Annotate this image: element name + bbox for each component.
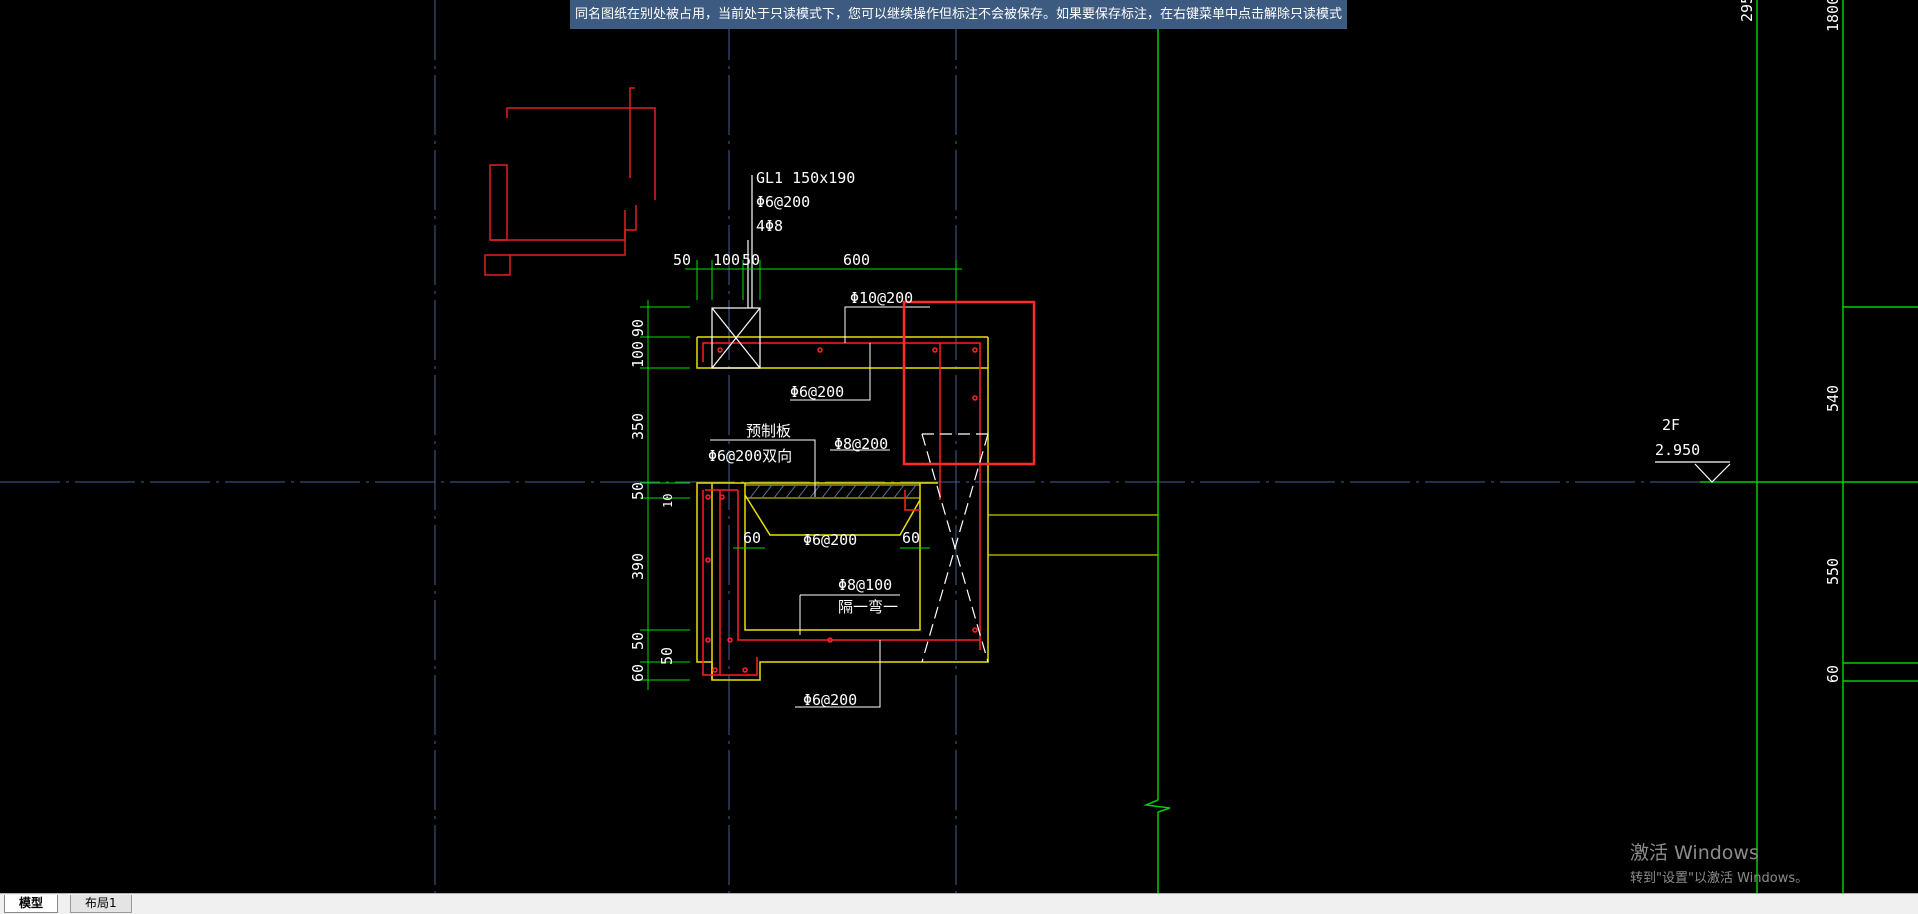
left-dim-50c: 50: [658, 647, 676, 665]
left-dim-350: 350: [629, 413, 647, 440]
left-dim-60: 60: [629, 664, 647, 682]
beam-label: GL1 150x190: [756, 169, 855, 187]
watermark-title: 激活 Windows: [1630, 842, 1759, 864]
readonly-banner: 同名图纸在别处被占用，当前处于只读模式下，您可以继续操作但标注不会被保存。如果要…: [570, 0, 1347, 29]
level-name: 2F: [1662, 416, 1680, 434]
beam-bars: 4Φ8: [756, 217, 783, 235]
watermark-subtitle: 转到"设置"以激活 Windows。: [1630, 871, 1809, 886]
top-dim-100: 100: [713, 251, 740, 269]
dimension-lines: [640, 260, 962, 690]
tab-layout1[interactable]: 布局1: [70, 895, 132, 913]
label-precast-slab: 预制板: [746, 422, 791, 440]
label-dim60-left: 60: [743, 529, 761, 547]
layout-tab-bar: 模型 布局1: [0, 893, 1918, 914]
left-dim-90: 90: [629, 319, 647, 337]
level-marker: [1655, 461, 1731, 483]
right-dim-540: 540: [1824, 385, 1842, 412]
label-phi8-100: Φ8@100: [838, 576, 892, 594]
column-section: [711, 175, 761, 369]
label-phi8-200: Φ8@200: [834, 435, 888, 453]
label-phi10-200: Φ10@200: [850, 289, 913, 307]
windows-activation-watermark: 激活 Windows 转到"设置"以激活 Windows。: [1630, 838, 1808, 886]
label-phi6-200-both: Φ6@200双向: [708, 447, 792, 465]
connector-lines: [988, 514, 1158, 556]
level-elevation: 2.950: [1655, 441, 1700, 459]
left-dim-50a: 50: [629, 482, 647, 500]
red-detail-upper: [484, 87, 656, 276]
precast-slab-hatch: [744, 484, 921, 499]
label-phi6-200-c: Φ6@200: [803, 691, 857, 709]
label-phi6-200-a: Φ6@200: [790, 383, 844, 401]
right-dim-1800: 1800: [1824, 0, 1842, 32]
label-dim60-right: 60: [902, 529, 920, 547]
label-phi6-200-b: Φ6@200: [803, 531, 857, 549]
left-dim-50b: 50: [629, 632, 647, 650]
right-dim-295: 295: [1738, 0, 1756, 22]
right-structure-lines: [1143, 0, 1918, 893]
top-dim-50a: 50: [673, 251, 691, 269]
leader-lines: [710, 306, 930, 708]
label-alt-note: 隔一弯一: [838, 598, 898, 616]
cad-drawing-canvas[interactable]: GL1 150x190 Φ6@200 4Φ8 50 100 50 600 Φ10…: [0, 0, 1918, 893]
tab-model[interactable]: 模型: [4, 895, 59, 913]
right-dim-60: 60: [1824, 665, 1842, 683]
dashed-wall-x: [921, 433, 989, 663]
grid-axes: [0, 0, 1918, 893]
top-dim-50b: 50: [742, 251, 760, 269]
left-dim-100: 100: [629, 341, 647, 368]
right-dim-550: 550: [1824, 558, 1842, 585]
beam-stirrup: Φ6@200: [756, 193, 810, 211]
top-dim-600: 600: [843, 251, 870, 269]
left-dim-390: 390: [629, 553, 647, 580]
left-dim-10: 10: [661, 494, 675, 508]
